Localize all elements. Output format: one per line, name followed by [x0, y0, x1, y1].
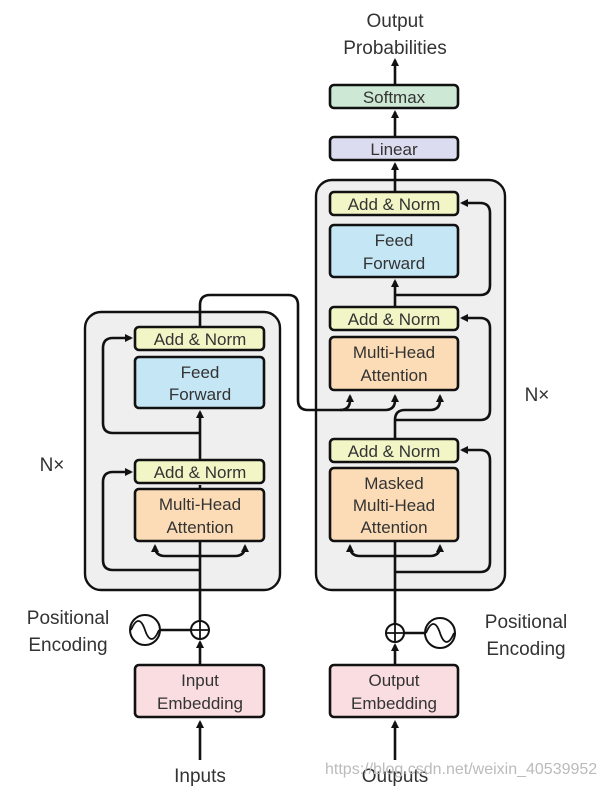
label: Add & Norm: [348, 442, 441, 461]
decoder-positional-encoding: Positional Encoding: [385, 612, 567, 660]
linear-layer: Linear: [328, 135, 460, 162]
label: Softmax: [363, 88, 426, 107]
label: Masked: [364, 474, 424, 493]
encoder-add-norm-bottom: Add & Norm: [133, 458, 266, 485]
decoder-repeat-label: N×: [525, 385, 550, 406]
watermark: https://blog.csdn.net/weixin_40539952: [325, 761, 597, 778]
label: Positional: [27, 608, 109, 629]
label: Add & Norm: [348, 195, 441, 214]
decoder-multi-head-attention: Multi-Head Attention: [328, 335, 460, 392]
label: Attention: [360, 518, 427, 537]
label: Feed: [375, 231, 414, 250]
label: Add & Norm: [154, 463, 247, 482]
output-probabilities-label: Probabilities: [343, 38, 447, 59]
label: Attention: [166, 518, 233, 537]
label: Input: [181, 671, 219, 690]
label: Forward: [363, 254, 425, 273]
label: Multi-Head: [353, 343, 435, 362]
label: Positional: [485, 612, 567, 633]
decoder-masked-multi-head-attention: Masked Multi-Head Attention: [328, 466, 460, 543]
decoder-add-norm-top: Add & Norm: [328, 190, 460, 217]
softmax-layer: Softmax: [328, 83, 460, 110]
label: Embedding: [157, 694, 243, 713]
label: Feed: [181, 363, 220, 382]
decoder-add-norm-mid: Add & Norm: [328, 305, 460, 332]
encoder-block: [83, 310, 282, 592]
label: Attention: [360, 366, 427, 385]
decoder-feed-forward: Feed Forward: [328, 223, 460, 279]
label: Add & Norm: [154, 330, 247, 349]
label: Encoding: [28, 635, 107, 656]
encoder-repeat-label: N×: [40, 455, 65, 476]
label: Multi-Head: [353, 496, 435, 515]
encoder-multi-head-attention: Multi-Head Attention: [133, 487, 266, 543]
label: Add & Norm: [348, 310, 441, 329]
label: Forward: [169, 385, 231, 404]
decoder-add-norm-bottom: Add & Norm: [328, 437, 460, 464]
label: Output: [368, 671, 419, 690]
encoder-positional-encoding: Positional Encoding: [27, 608, 210, 656]
output-probabilities-label: Output: [366, 11, 424, 32]
label: Embedding: [351, 694, 437, 713]
input-embedding: Input Embedding: [133, 663, 266, 719]
encoder-feed-forward: Feed Forward: [133, 355, 266, 410]
label: Linear: [370, 140, 418, 159]
label: Encoding: [486, 639, 565, 660]
transformer-diagram: Add & Norm Feed Forward Add & Norm Multi…: [27, 11, 597, 787]
output-embedding: Output Embedding: [328, 663, 460, 719]
encoder-add-norm-top: Add & Norm: [133, 325, 266, 352]
label: Multi-Head: [159, 495, 241, 514]
inputs-label: Inputs: [174, 766, 226, 787]
